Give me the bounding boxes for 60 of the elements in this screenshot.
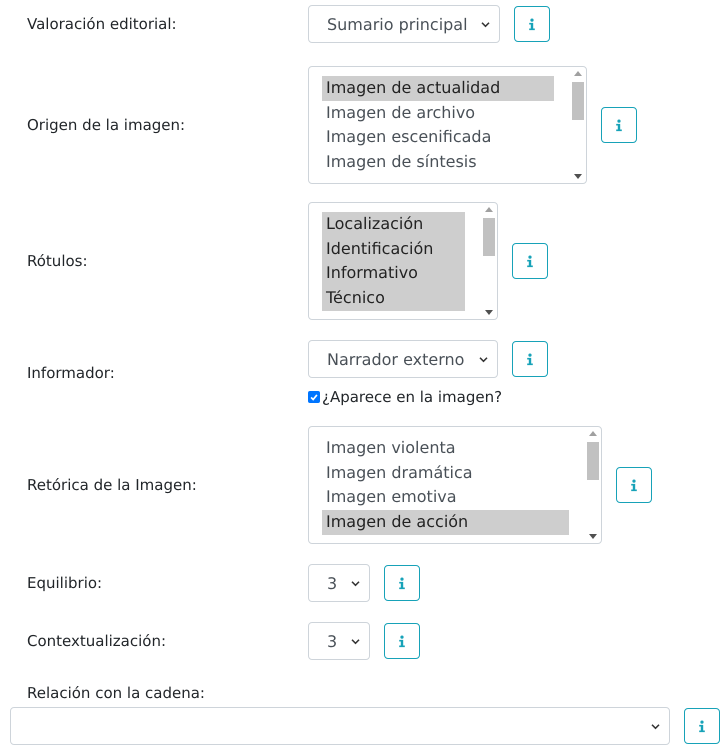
checkbox[interactable]: [308, 391, 320, 403]
info-icon: [526, 352, 534, 366]
scroll-down-icon[interactable]: [574, 174, 582, 179]
scrollbar-thumb[interactable]: [587, 442, 599, 480]
info-icon: [630, 478, 638, 492]
info-button[interactable]: [514, 6, 550, 42]
info-button[interactable]: [512, 341, 548, 377]
info-icon: [526, 254, 534, 268]
chevron-icon: [650, 722, 662, 730]
info-button[interactable]: [616, 467, 652, 503]
list-option[interactable]: Identificación: [322, 236, 465, 262]
list-box[interactable]: Localización Identificación Informativo Técnico: [308, 202, 498, 320]
info-button[interactable]: [384, 623, 420, 659]
scroll-up-icon[interactable]: [589, 431, 597, 436]
list-option[interactable]: Imagen de acción: [322, 510, 569, 535]
list-option[interactable]: Imagen dramática: [322, 460, 569, 486]
scroll-down-icon[interactable]: [485, 310, 493, 315]
field-label: Valoración editorial:: [26, 15, 178, 33]
list-option[interactable]: Imagen emotiva: [322, 485, 569, 510]
scroll-down-icon[interactable]: [589, 534, 597, 539]
scrollbar-thumb[interactable]: [483, 218, 495, 256]
select-field[interactable]: Sumario principal: [308, 5, 500, 43]
chevron-icon: [478, 356, 489, 362]
field-label: Informador:: [26, 364, 116, 382]
checkbox-label: ¿Aparece en la imagen?: [322, 388, 502, 406]
field-label: Relación con la cadena:: [26, 684, 206, 704]
list-option[interactable]: Técnico: [322, 286, 465, 311]
scroll-up-icon[interactable]: [574, 71, 582, 76]
select-field[interactable]: 3: [308, 622, 370, 660]
info-button[interactable]: [601, 107, 637, 143]
field-label: Equilibrio:: [26, 574, 104, 592]
info-button[interactable]: [512, 243, 548, 279]
scrollbar-thumb[interactable]: [572, 82, 584, 120]
list-box[interactable]: Imagen de actualidad Imagen de archivo Imagen escenificada Imagen de síntesis: [308, 66, 587, 184]
info-icon: [698, 720, 706, 732]
field-label: Rótulos:: [26, 252, 89, 270]
list-box[interactable]: Imagen violenta Imagen dramática Imagen emotiva Imagen de acción: [308, 426, 602, 544]
list-option[interactable]: Imagen violenta: [322, 436, 569, 461]
list-option[interactable]: Localización: [322, 212, 465, 237]
scroll-up-icon[interactable]: [485, 207, 493, 212]
chevron-icon: [350, 580, 361, 586]
field-label: Origen de la imagen:: [26, 116, 186, 134]
info-button[interactable]: [384, 565, 420, 601]
chevron-icon: [350, 638, 361, 644]
list-option[interactable]: Imagen de archivo: [322, 100, 554, 126]
info-button[interactable]: [684, 708, 720, 744]
info-icon: [398, 576, 406, 590]
list-option[interactable]: Imagen de actualidad: [322, 76, 554, 101]
select-field[interactable]: Narrador externo: [308, 340, 498, 378]
info-icon: [398, 634, 406, 648]
info-icon: [615, 118, 623, 132]
chevron-icon: [480, 20, 491, 28]
select-field[interactable]: [10, 707, 670, 745]
list-option[interactable]: Imagen escenificada: [322, 125, 554, 150]
field-label: Contextualización:: [26, 632, 168, 650]
list-option[interactable]: Imagen de síntesis: [322, 150, 554, 175]
info-icon: [528, 18, 536, 30]
list-option[interactable]: Informativo: [322, 261, 465, 286]
select-field[interactable]: 3: [308, 564, 370, 602]
field-label: Retórica de la Imagen:: [26, 476, 198, 494]
